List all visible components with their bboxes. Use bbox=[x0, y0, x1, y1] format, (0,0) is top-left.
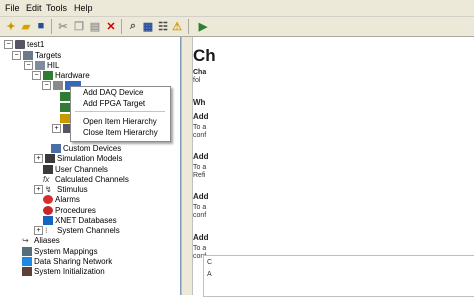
open-folder-icon[interactable]: ▰ bbox=[19, 19, 33, 33]
network-icon bbox=[22, 256, 32, 266]
footer-text: A bbox=[207, 271, 212, 278]
collapse-icon[interactable]: − bbox=[24, 60, 33, 70]
toolbar-separator bbox=[121, 19, 122, 34]
tree-child-icon-3 bbox=[60, 113, 70, 123]
tree-node-custom-devices[interactable]: Custom Devices bbox=[42, 143, 121, 153]
help-footer-box: C A bbox=[203, 255, 474, 297]
system-channels-icon: ⁝ bbox=[45, 225, 48, 235]
section-text: To a bbox=[193, 124, 207, 131]
expand-icon[interactable]: + bbox=[34, 153, 43, 163]
deploy-icon[interactable]: ▶ bbox=[196, 19, 210, 33]
tree-node-data-sharing-network[interactable]: Data Sharing Network bbox=[22, 256, 112, 266]
copy-icon[interactable]: ❐ bbox=[72, 19, 86, 33]
tree-node-system-initialization[interactable]: System Initialization bbox=[22, 266, 105, 276]
target-icon bbox=[35, 60, 45, 70]
section-title: Add bbox=[193, 233, 209, 242]
tree-node-hil[interactable]: − HIL bbox=[24, 60, 59, 70]
tree-node-aliases[interactable]: ↪ Aliases bbox=[22, 235, 60, 245]
system-explorer-tree: − test1 − Targets − HIL − Hardware − + C… bbox=[0, 37, 181, 295]
cut-icon[interactable]: ✂ bbox=[56, 19, 70, 33]
expand-icon[interactable]: + bbox=[34, 184, 43, 194]
targets-icon bbox=[23, 50, 33, 60]
module-icon bbox=[60, 113, 70, 123]
user-channels-icon bbox=[43, 164, 53, 174]
toolbar-separator bbox=[51, 19, 52, 34]
vertical-scrollbar[interactable] bbox=[181, 37, 192, 295]
table-icon[interactable]: ▦ bbox=[141, 19, 155, 33]
help-subtitle-line: fol bbox=[193, 77, 201, 84]
warning-icon[interactable]: ⚠ bbox=[170, 19, 184, 33]
database-icon bbox=[43, 215, 53, 225]
hardware-icon bbox=[43, 70, 53, 80]
tree-node-hardware[interactable]: − Hardware bbox=[32, 70, 90, 80]
alarm-icon bbox=[43, 194, 53, 204]
menu-item-add-daq-device[interactable]: Add DAQ Device bbox=[83, 88, 143, 97]
collapse-icon[interactable]: − bbox=[12, 50, 21, 60]
menu-edit[interactable]: Edit bbox=[26, 3, 42, 13]
function-icon: fx bbox=[43, 174, 50, 184]
tree-node-root[interactable]: − test1 bbox=[4, 39, 44, 49]
tree-node-simulation-models[interactable]: + Simulation Models bbox=[34, 153, 122, 163]
section-text: To a bbox=[193, 164, 207, 171]
menu-item-open-item-hierarchy[interactable]: Open Item Hierarchy bbox=[83, 117, 157, 126]
collapse-icon[interactable]: − bbox=[32, 70, 41, 80]
stimulus-icon: ↯ bbox=[45, 184, 52, 194]
section-title: Add bbox=[193, 152, 209, 161]
tree-node-targets[interactable]: − Targets bbox=[12, 50, 61, 60]
find-icon[interactable]: ⌕ bbox=[126, 19, 140, 33]
menu-item-close-item-hierarchy[interactable]: Close Item Hierarchy bbox=[83, 128, 158, 137]
toolbar: ✦ ▰ ■ ✂ ❐ ▤ ✕ ⌕ ▦ ☷ ⚠ ▶ bbox=[0, 17, 474, 37]
expand-icon[interactable]: + bbox=[34, 225, 43, 235]
collapse-icon[interactable]: − bbox=[42, 80, 51, 90]
mappings-icon bbox=[22, 246, 32, 256]
section-text: conf bbox=[193, 212, 207, 219]
procedures-icon bbox=[43, 205, 53, 215]
delete-icon[interactable]: ✕ bbox=[104, 19, 118, 33]
aliases-icon: ↪ bbox=[22, 235, 29, 245]
tree-view-icon[interactable]: ☷ bbox=[156, 19, 170, 33]
expand-icon[interactable]: + bbox=[52, 123, 61, 133]
section-text: Refi bbox=[193, 172, 206, 179]
menu-item-add-fpga-target[interactable]: Add FPGA Target bbox=[83, 99, 145, 108]
new-file-icon[interactable]: ✦ bbox=[4, 19, 18, 33]
section-text: To a bbox=[193, 245, 207, 252]
chassis-icon bbox=[53, 80, 63, 90]
tree-node-procedures[interactable]: Procedures bbox=[43, 205, 96, 215]
tree-node-alarms[interactable]: Alarms bbox=[43, 194, 80, 204]
section-text: To a bbox=[193, 204, 207, 211]
section-text: conf bbox=[193, 132, 207, 139]
section-title: Add bbox=[193, 192, 209, 201]
module-icon bbox=[60, 91, 70, 101]
menu-separator bbox=[75, 111, 165, 112]
initialization-icon bbox=[22, 266, 32, 276]
tree-child-icon-2 bbox=[60, 102, 70, 112]
tree-node-system-channels[interactable]: + ⁝ System Channels bbox=[34, 225, 120, 235]
tree-node-xnet-databases[interactable]: XNET Databases bbox=[43, 215, 117, 225]
help-title: Ch bbox=[193, 46, 216, 65]
paste-icon[interactable]: ▤ bbox=[88, 19, 102, 33]
tree-node-user-channels[interactable]: User Channels bbox=[43, 164, 108, 174]
tree-node-system-mappings[interactable]: System Mappings bbox=[22, 246, 98, 256]
toolbar-separator bbox=[188, 19, 189, 34]
section-title: Add bbox=[193, 112, 209, 121]
menu-help[interactable]: Help bbox=[74, 3, 93, 13]
module-icon bbox=[60, 102, 70, 112]
save-icon[interactable]: ■ bbox=[34, 19, 48, 33]
custom-devices-icon bbox=[51, 143, 61, 153]
collapse-icon[interactable]: − bbox=[4, 39, 13, 49]
context-menu: Add DAQ Device Add FPGA Target Open Item… bbox=[70, 86, 171, 142]
help-subtitle: Cha bbox=[193, 69, 207, 76]
help-pane: Ch Cha fol Wh Add To a conf Add To a Ref… bbox=[192, 37, 474, 297]
tree-child-icon-1 bbox=[60, 91, 70, 101]
project-icon bbox=[15, 39, 25, 49]
tree-node-calculated-channels[interactable]: fx Calculated Channels bbox=[43, 174, 129, 184]
tree-node-stimulus[interactable]: + ↯ Stimulus bbox=[34, 184, 88, 194]
menu-bar: File Edit Tools Help bbox=[0, 0, 474, 17]
help-heading: Wh bbox=[193, 98, 206, 107]
footer-text: C bbox=[207, 259, 213, 266]
menu-file[interactable]: File bbox=[5, 3, 20, 13]
menu-tools[interactable]: Tools bbox=[46, 3, 67, 13]
simulation-models-icon bbox=[45, 153, 55, 163]
